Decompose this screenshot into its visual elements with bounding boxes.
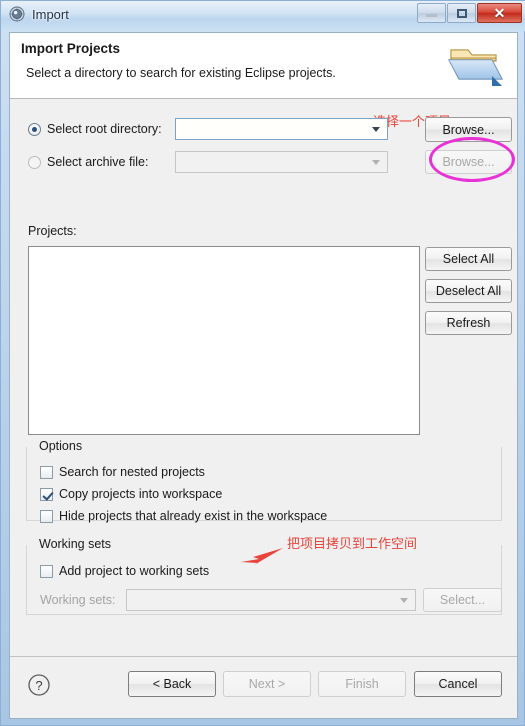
checkbox-search-nested[interactable]: Search for nested projects (40, 465, 205, 479)
window-controls: ✕ (417, 3, 522, 23)
dialog-footer: ? < Back Next > Finish Cancel (10, 656, 517, 718)
root-directory-combo[interactable] (175, 118, 388, 140)
projects-label: Projects: (28, 224, 77, 238)
maximize-icon (456, 8, 467, 18)
checkbox-search-nested-label: Search for nested projects (59, 465, 205, 479)
chevron-down-icon (400, 597, 408, 603)
back-button[interactable]: < Back (128, 671, 216, 697)
working-sets-group-title: Working sets (35, 537, 117, 551)
minimize-icon (426, 14, 437, 17)
checkbox-copy-projects-label: Copy projects into workspace (59, 487, 223, 501)
working-sets-combo (126, 589, 416, 611)
working-sets-group: Working sets Add project to working sets… (26, 537, 502, 615)
close-icon: ✕ (493, 5, 506, 21)
title-bar[interactable]: Import ✕ (1, 1, 525, 31)
minimize-button[interactable] (417, 3, 446, 23)
radio-archive-file[interactable]: Select archive file: (28, 155, 148, 169)
help-icon[interactable]: ? (28, 674, 50, 696)
options-group-title: Options (35, 439, 88, 453)
refresh-button[interactable]: Refresh (425, 311, 512, 335)
checkbox-copy-projects-box (40, 487, 53, 501)
import-dialog-window: Import ✕ Import Projects Select a direct… (0, 0, 525, 726)
projects-list[interactable] (28, 246, 420, 435)
select-all-button[interactable]: Select All (425, 247, 512, 271)
close-button[interactable]: ✕ (477, 3, 522, 23)
finish-button: Finish (318, 671, 406, 697)
maximize-button[interactable] (447, 3, 476, 23)
checkbox-add-working-sets-box (40, 564, 53, 578)
options-group: Options Search for nested projects Copy … (26, 439, 502, 523)
radio-root-directory-label: Select root directory: (47, 122, 162, 136)
chevron-down-icon (372, 126, 380, 132)
cancel-button[interactable]: Cancel (414, 671, 502, 697)
radio-root-directory-indicator (28, 122, 41, 136)
checkbox-search-nested-box (40, 465, 53, 479)
radio-archive-file-indicator (28, 155, 41, 169)
checkbox-add-working-sets[interactable]: Add project to working sets (40, 564, 209, 578)
title-bar-left: Import (9, 6, 69, 22)
page-subtitle: Select a directory to search for existin… (26, 66, 336, 80)
checkbox-hide-existing-box (40, 509, 53, 523)
checkbox-copy-projects[interactable]: Copy projects into workspace (40, 487, 222, 501)
open-folder-icon (447, 38, 505, 90)
page-title: Import Projects (21, 41, 121, 56)
eclipse-import-icon (9, 6, 25, 22)
archive-file-combo (175, 151, 388, 173)
radio-root-directory[interactable]: Select root directory: (28, 122, 162, 136)
dialog-content: Select root directory: Browse... Select … (10, 100, 517, 653)
browse-root-button[interactable]: Browse... (425, 117, 512, 142)
dialog-body: Import Projects Select a directory to se… (9, 32, 518, 719)
window-title: Import (32, 6, 69, 22)
checkbox-hide-existing-label: Hide projects that already exist in the … (59, 509, 328, 523)
browse-archive-button: Browse... (425, 150, 512, 174)
working-sets-select-button: Select... (423, 588, 502, 612)
wizard-header: Import Projects Select a directory to se… (10, 33, 517, 99)
chevron-down-icon (372, 159, 380, 165)
next-button: Next > (223, 671, 311, 697)
checkbox-add-working-sets-label: Add project to working sets (59, 564, 210, 578)
svg-text:?: ? (35, 678, 42, 693)
radio-archive-file-label: Select archive file: (47, 155, 149, 169)
deselect-all-button[interactable]: Deselect All (425, 279, 512, 303)
checkbox-hide-existing[interactable]: Hide projects that already exist in the … (40, 509, 327, 523)
working-sets-combo-label: Working sets: (40, 593, 116, 607)
